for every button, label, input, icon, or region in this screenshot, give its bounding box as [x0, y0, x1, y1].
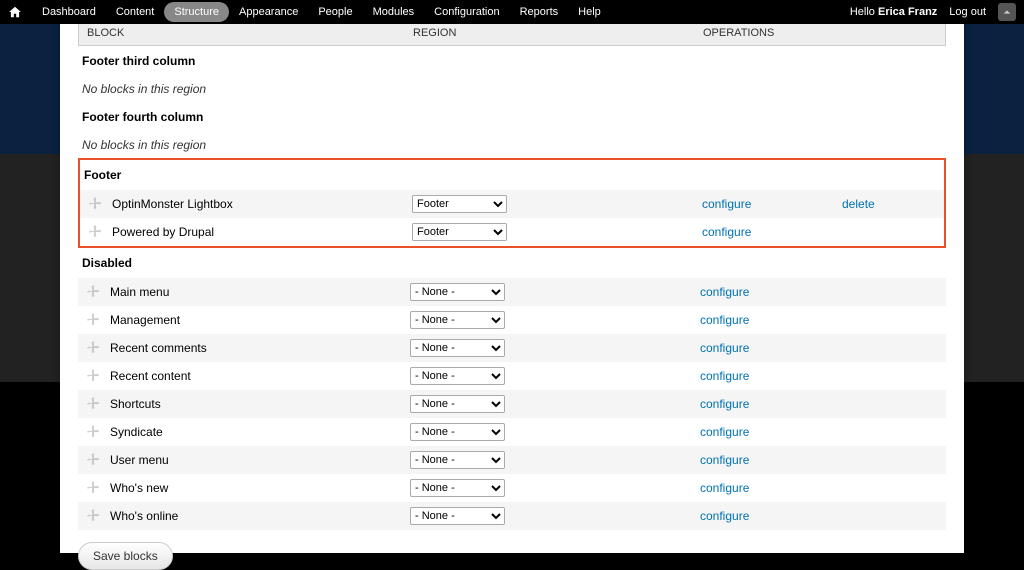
- block-row: Powered by Drupal- None -HeaderNavigatio…: [80, 218, 944, 246]
- block-row: Recent content- None -HeaderNavigationSi…: [78, 362, 946, 390]
- toolbar-menu-structure[interactable]: Structure: [164, 2, 229, 22]
- block-name: User menu: [110, 453, 410, 467]
- region-select[interactable]: - None -HeaderNavigationSidebar firstSid…: [410, 339, 505, 357]
- drag-handle-icon[interactable]: [86, 453, 100, 467]
- logout-link[interactable]: Log out: [949, 6, 986, 18]
- region-select[interactable]: - None -HeaderNavigationSidebar firstSid…: [410, 283, 505, 301]
- block-name: Main menu: [110, 285, 410, 299]
- region-select[interactable]: - None -HeaderNavigationSidebar firstSid…: [410, 507, 505, 525]
- configure-link[interactable]: configure: [702, 197, 751, 211]
- configure-link[interactable]: configure: [702, 225, 751, 239]
- toolbar-menu-help[interactable]: Help: [568, 2, 611, 22]
- region-select[interactable]: - None -HeaderNavigationSidebar firstSid…: [410, 311, 505, 329]
- drag-handle-icon[interactable]: [88, 197, 102, 211]
- configure-link[interactable]: configure: [700, 285, 749, 299]
- drag-handle-icon[interactable]: [86, 313, 100, 327]
- block-row: Who's new- None -HeaderNavigationSidebar…: [78, 474, 946, 502]
- block-row: Shortcuts- None -HeaderNavigationSidebar…: [78, 390, 946, 418]
- toolbar-menu-content[interactable]: Content: [106, 2, 165, 22]
- block-name: Who's new: [110, 481, 410, 495]
- configure-link[interactable]: configure: [700, 313, 749, 327]
- admin-toolbar: DashboardContentStructureAppearancePeopl…: [0, 0, 1024, 24]
- region-heading: Footer: [80, 160, 944, 190]
- header-region: REGION: [405, 21, 695, 45]
- blocks-admin-panel: BLOCK REGION OPERATIONS Footer third col…: [60, 20, 964, 553]
- configure-link[interactable]: configure: [700, 369, 749, 383]
- drag-handle-icon[interactable]: [86, 341, 100, 355]
- block-row: Who's online- None -HeaderNavigationSide…: [78, 502, 946, 530]
- toolbar-toggle[interactable]: [998, 3, 1016, 21]
- region-select[interactable]: - None -HeaderNavigationSidebar firstSid…: [412, 195, 507, 213]
- toolbar-menu-modules[interactable]: Modules: [363, 2, 425, 22]
- toolbar-menu-dashboard[interactable]: Dashboard: [32, 2, 106, 22]
- region-select[interactable]: - None -HeaderNavigationSidebar firstSid…: [412, 223, 507, 241]
- home-icon[interactable]: [8, 5, 22, 19]
- header-block: BLOCK: [79, 21, 405, 45]
- region-heading: Disabled: [78, 248, 946, 278]
- block-row: User menu- None -HeaderNavigationSidebar…: [78, 446, 946, 474]
- configure-link[interactable]: configure: [700, 481, 749, 495]
- toolbar-menu: DashboardContentStructureAppearancePeopl…: [32, 2, 611, 22]
- region-select[interactable]: - None -HeaderNavigationSidebar firstSid…: [410, 423, 505, 441]
- block-name: Syndicate: [110, 425, 410, 439]
- block-name: Recent content: [110, 369, 410, 383]
- region-heading: Footer third column: [78, 46, 946, 76]
- block-row: Syndicate- None -HeaderNavigationSidebar…: [78, 418, 946, 446]
- configure-link[interactable]: configure: [700, 453, 749, 467]
- drag-handle-icon[interactable]: [86, 369, 100, 383]
- block-row: Main menu- None -HeaderNavigationSidebar…: [78, 278, 946, 306]
- header-operations: OPERATIONS: [695, 21, 945, 45]
- toolbar-menu-configuration[interactable]: Configuration: [424, 2, 509, 22]
- user-greeting: Hello Erica Franz: [850, 6, 937, 18]
- save-blocks-button[interactable]: Save blocks: [78, 542, 173, 570]
- drag-handle-icon[interactable]: [88, 225, 102, 239]
- toolbar-menu-appearance[interactable]: Appearance: [229, 2, 308, 22]
- region-select[interactable]: - None -HeaderNavigationSidebar firstSid…: [410, 479, 505, 497]
- drag-handle-icon[interactable]: [86, 509, 100, 523]
- delete-link[interactable]: delete: [842, 197, 875, 211]
- region-select[interactable]: - None -HeaderNavigationSidebar firstSid…: [410, 395, 505, 413]
- drag-handle-icon[interactable]: [86, 481, 100, 495]
- block-name: OptinMonster Lightbox: [112, 197, 412, 211]
- block-name: Powered by Drupal: [112, 225, 412, 239]
- block-name: Who's online: [110, 509, 410, 523]
- drag-handle-icon[interactable]: [86, 397, 100, 411]
- drag-handle-icon[interactable]: [86, 425, 100, 439]
- block-name: Management: [110, 313, 410, 327]
- empty-region-message: No blocks in this region: [78, 76, 946, 102]
- configure-link[interactable]: configure: [700, 509, 749, 523]
- region-heading: Footer fourth column: [78, 102, 946, 132]
- block-row: OptinMonster Lightbox- None -HeaderNavig…: [80, 190, 944, 218]
- chevron-up-icon: [1003, 8, 1011, 16]
- configure-link[interactable]: configure: [700, 425, 749, 439]
- drag-handle-icon[interactable]: [86, 285, 100, 299]
- block-row: Recent comments- None -HeaderNavigationS…: [78, 334, 946, 362]
- configure-link[interactable]: configure: [700, 397, 749, 411]
- configure-link[interactable]: configure: [700, 341, 749, 355]
- toolbar-menu-reports[interactable]: Reports: [510, 2, 569, 22]
- block-row: Management- None -HeaderNavigationSideba…: [78, 306, 946, 334]
- empty-region-message: No blocks in this region: [78, 132, 946, 158]
- region-select[interactable]: - None -HeaderNavigationSidebar firstSid…: [410, 367, 505, 385]
- toolbar-menu-people[interactable]: People: [308, 2, 362, 22]
- region-select[interactable]: - None -HeaderNavigationSidebar firstSid…: [410, 451, 505, 469]
- block-name: Recent comments: [110, 341, 410, 355]
- block-name: Shortcuts: [110, 397, 410, 411]
